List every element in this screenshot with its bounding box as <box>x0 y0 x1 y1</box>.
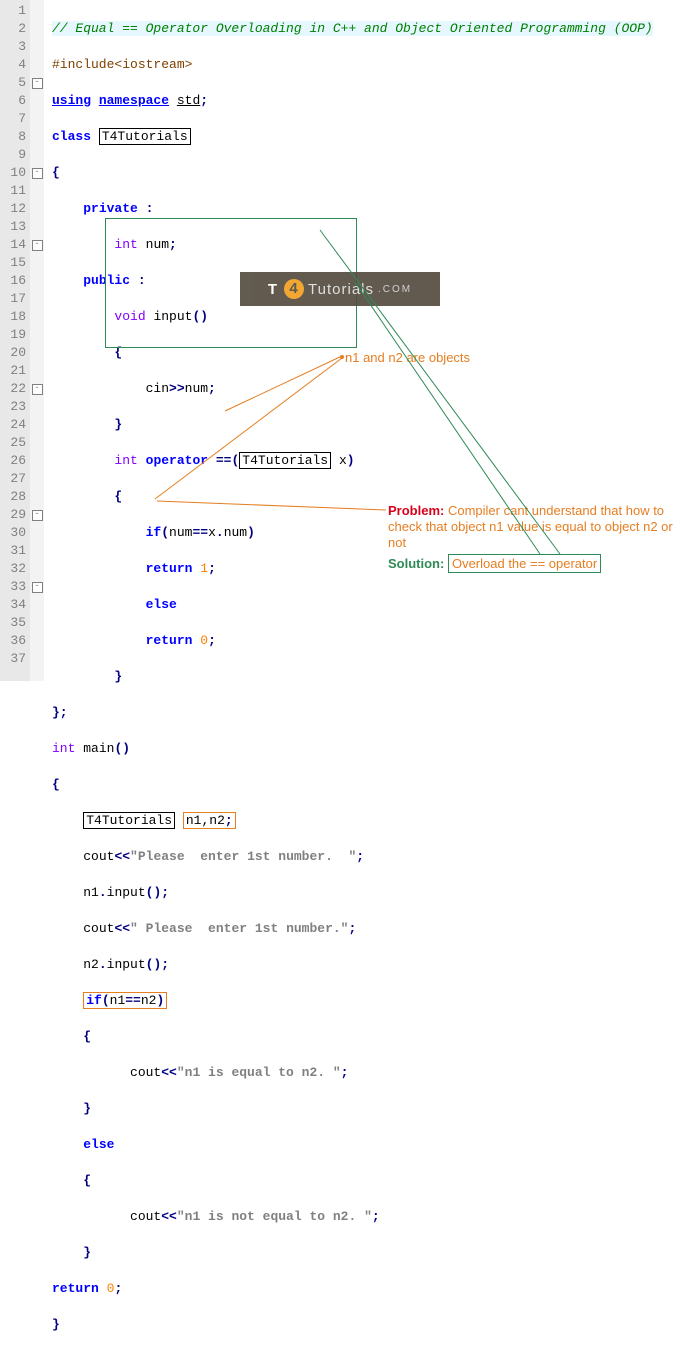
line-number-gutter: 1234567891011121314151617181920212223242… <box>0 0 30 681</box>
ident-std: std <box>177 93 200 108</box>
code-area: // Equal == Operator Overloading in C++ … <box>44 0 661 681</box>
type-void: void <box>114 309 145 324</box>
type-int: int <box>114 237 137 252</box>
annotation-objects-label: n1 and n2 are objects <box>345 350 470 366</box>
op-eqeq: == <box>216 453 232 468</box>
kw-using: using <box>52 93 91 108</box>
op-eqeq3: == <box>125 993 141 1008</box>
op-eqeq2: == <box>192 525 208 540</box>
cout4: cout <box>130 1209 161 1224</box>
input-call1: input <box>107 885 146 900</box>
num-0b: 0 <box>107 1281 115 1296</box>
decl-vars: n1,n2 <box>186 813 225 828</box>
annotation-solution-label: Solution: <box>388 556 444 571</box>
num-0: 0 <box>200 633 208 648</box>
kw-private: private <box>83 201 138 216</box>
num-1: 1 <box>200 561 208 576</box>
kw-else: else <box>146 597 177 612</box>
func-input: input <box>153 309 192 324</box>
cout3: cout <box>130 1065 161 1080</box>
cout1: cout <box>83 849 114 864</box>
ident-num2: num <box>185 381 208 396</box>
annotation-solution-text: Overload the == operator <box>448 554 601 573</box>
ident-num3: num <box>169 525 192 540</box>
param-x: x <box>339 453 347 468</box>
annotation-solution-block: Solution: Overload the == operator <box>388 556 688 572</box>
op-dot: . <box>216 525 224 540</box>
param-type: T4Tutorials <box>239 452 331 469</box>
fold-toggle-icon[interactable]: - <box>32 384 43 395</box>
fold-column: - - - - - - <box>30 0 44 681</box>
n1-cmp: n1 <box>110 993 126 1008</box>
str1: "Please enter 1st number. " <box>130 849 356 864</box>
kw-operator: operator <box>146 453 208 468</box>
annotation-problem-block: Problem: Compiler cant understand that h… <box>388 503 678 551</box>
func-main: main <box>83 741 114 756</box>
decl-type: T4Tutorials <box>83 812 175 829</box>
kw-return2: return <box>146 633 193 648</box>
kw-class: class <box>52 129 91 144</box>
include-line: #include<iostream> <box>52 57 192 72</box>
ident-num4: num <box>224 525 247 540</box>
kw-namespace: namespace <box>99 93 169 108</box>
kw-if2: if <box>86 993 102 1008</box>
comment-line: // Equal == Operator Overloading in C++ … <box>52 21 653 36</box>
kw-public: public <box>83 273 130 288</box>
str3: "n1 is equal to n2. " <box>177 1065 341 1080</box>
fold-toggle-icon[interactable]: - <box>32 78 43 89</box>
n1-call: n1 <box>83 885 99 900</box>
input-call2: input <box>107 957 146 972</box>
ident-x: x <box>208 525 216 540</box>
kw-return: return <box>146 561 193 576</box>
fold-toggle-icon[interactable]: - <box>32 240 43 251</box>
kw-return3: return <box>52 1281 99 1296</box>
str4: "n1 is not equal to n2. " <box>177 1209 372 1224</box>
kw-if: if <box>146 525 162 540</box>
ident-num: num <box>146 237 169 252</box>
str2: " Please enter 1st number." <box>130 921 348 936</box>
n2-cmp: n2 <box>141 993 157 1008</box>
cout2: cout <box>83 921 114 936</box>
n2-call: n2 <box>83 957 99 972</box>
code-editor: 1234567891011121314151617181920212223242… <box>0 0 700 681</box>
type-int3: int <box>52 741 75 756</box>
annotation-problem-label: Problem: <box>388 503 444 518</box>
fold-toggle-icon[interactable]: - <box>32 510 43 521</box>
fold-toggle-icon[interactable]: - <box>32 168 43 179</box>
class-name: T4Tutorials <box>99 128 191 145</box>
kw-else2: else <box>83 1137 114 1152</box>
cin: cin <box>146 381 169 396</box>
type-int2: int <box>114 453 137 468</box>
fold-toggle-icon[interactable]: - <box>32 582 43 593</box>
